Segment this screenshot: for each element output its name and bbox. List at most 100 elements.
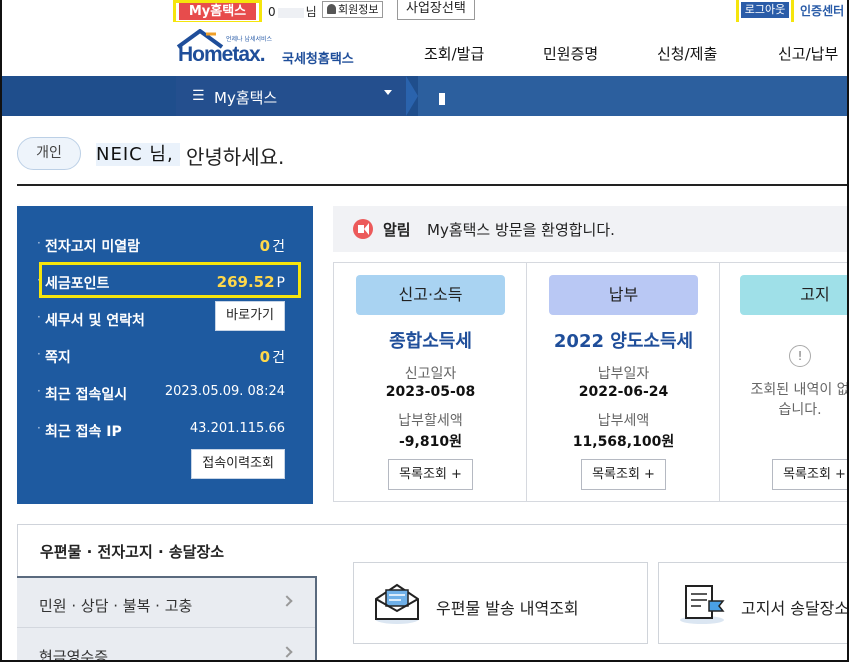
- card-label: 납부세액: [597, 413, 650, 429]
- cert-center-link[interactable]: 인증센터: [800, 2, 844, 19]
- user-prefix: 0: [268, 5, 276, 19]
- card-header[interactable]: 신고·소득: [356, 275, 505, 315]
- gnb-item-report[interactable]: 신고/납부: [778, 43, 838, 64]
- summary-label: 최근 접속일시: [45, 387, 128, 403]
- member-info-label: 회원정보: [338, 3, 379, 16]
- envelope-icon: [375, 583, 419, 624]
- message-count: 0: [259, 348, 271, 366]
- status-cards: 신고·소득 종합소득세 신고일자 2023-05-08 납부할세액 -9,810…: [333, 262, 849, 502]
- bullet-dot: ·: [37, 384, 41, 398]
- nav-menu-select[interactable]: ☰ My홈택스: [176, 76, 406, 116]
- nav-bar: ☰ My홈택스: [0, 76, 849, 116]
- list-item-label: 현금영수증: [39, 648, 109, 662]
- summary-value: 0건: [260, 347, 285, 367]
- exclamation-icon: !: [789, 345, 811, 367]
- breadcrumb-arrow-icon: [406, 76, 418, 116]
- unread-count: 0: [259, 237, 271, 255]
- list-inquiry-button[interactable]: 목록조회 +: [772, 459, 849, 490]
- card-value: 11,568,100원: [572, 434, 675, 450]
- summary-row-unread[interactable]: · 전자고지 미열람 0건: [17, 232, 313, 268]
- logout-label[interactable]: 로그아웃: [741, 2, 789, 18]
- unit: P: [276, 275, 285, 291]
- my-hometax-label[interactable]: My홈택스: [179, 3, 256, 20]
- card-label: 납부일자: [597, 366, 650, 382]
- shortcut-button[interactable]: 바로가기: [215, 301, 285, 331]
- logo-wordmark: Hometax.: [178, 43, 266, 66]
- list-inquiry-button[interactable]: 목록조회 +: [388, 459, 473, 490]
- my-hometax-tab[interactable]: My홈택스: [173, 0, 262, 24]
- hamburger-icon: ☰: [192, 88, 205, 104]
- gnb-item-apply[interactable]: 신청/제출: [657, 43, 717, 64]
- user-name: NEIC 님,: [96, 143, 180, 166]
- login-history-button[interactable]: 접속이력조회: [191, 449, 285, 479]
- summary-row-message[interactable]: · 쪽지 0건: [17, 343, 313, 379]
- card-report-income: 신고·소득 종합소득세 신고일자 2023-05-08 납부할세액 -9,810…: [334, 263, 527, 501]
- summary-label: 세금포인트: [45, 276, 110, 292]
- chevron-right-icon: [281, 646, 293, 658]
- last-login-ip: 43.201.115.66: [189, 421, 285, 436]
- gnb-item-certificate[interactable]: 민원증명: [543, 43, 598, 64]
- bullet-dot: ·: [37, 347, 41, 361]
- notice-label: 알림: [383, 221, 411, 239]
- summary-row-last-login: · 최근 접속일시 2023.05.09. 08:24: [17, 380, 313, 416]
- hometax-logo[interactable]: 언제나 납세서비스 Hometax. 국세청홈택스: [176, 27, 361, 71]
- megaphone-icon: [353, 219, 373, 239]
- member-info-button[interactable]: 회원정보: [322, 1, 384, 18]
- card-title[interactable]: 종합소득세: [334, 327, 527, 353]
- summary-row-history: 접속이력조회: [17, 449, 313, 490]
- summary-row-last-ip: · 최근 접속 IP 43.201.115.66: [17, 417, 313, 453]
- caret-down-icon: [384, 90, 392, 95]
- nav-sub-area: [418, 76, 849, 116]
- service-bill-address[interactable]: 고지서 송달장소: [658, 562, 849, 644]
- empty-message: 조회된 내역이 없습니다.: [750, 382, 849, 418]
- notice-bar: 알림 My홈택스 방문을 환영합니다.: [333, 206, 849, 252]
- summary-panel: · 전자고지 미열람 0건 · 세금포인트 269.52 P · 세무서 및 연락…: [17, 206, 313, 504]
- person-icon: [327, 4, 336, 14]
- bullet-dot: ·: [37, 310, 41, 324]
- last-login-time: 2023.05.09. 08:24: [164, 384, 285, 399]
- summary-label: 최근 접속 IP: [45, 424, 122, 440]
- card-label: 납부할세액: [398, 413, 463, 429]
- greeting-text: 안녕하세요.: [186, 145, 285, 169]
- summary-label: 세무서 및 연락처: [45, 313, 145, 329]
- card-notice: 고지 ! 조회된 내역이 없습니다. 목록조회 +: [720, 263, 849, 501]
- list-item-civil[interactable]: 민원 · 상담 · 불복 · 고충: [17, 578, 315, 628]
- card-payment: 납부 2022 양도소득세 납부일자 2022-06-24 납부세액 11,56…: [527, 263, 720, 501]
- bullet-dot: ·: [37, 421, 41, 435]
- user-mini: 0님: [268, 3, 317, 20]
- card-value: 2022-06-24: [578, 384, 669, 400]
- bullet-dot: ·: [37, 236, 41, 250]
- service-label: 우편물 발송 내역조회: [436, 599, 579, 618]
- utility-bar: My홈택스 0님 회원정보 사업장선택 로그아웃 인증센터: [0, 0, 849, 31]
- nav-menu-label: My홈택스: [214, 89, 278, 107]
- user-type-badge: 개인: [17, 137, 81, 170]
- summary-value: 0건: [260, 236, 285, 256]
- card-title[interactable]: 2022 양도소득세: [527, 327, 720, 353]
- document-icon: [680, 585, 725, 624]
- summary-label: 전자고지 미열람: [45, 239, 141, 255]
- header: 언제나 납세서비스 Hometax. 국세청홈택스 조회/발급 민원증명 신청/…: [0, 22, 849, 76]
- summary-label: 쪽지: [45, 350, 71, 366]
- biz-select-button[interactable]: 사업장선택: [397, 0, 475, 20]
- notice-message: My홈택스 방문을 환영합니다.: [427, 221, 615, 239]
- section-tab-title: 우편물 · 전자고지 · 송달장소: [40, 543, 225, 561]
- tax-point-value: 269.52: [216, 273, 275, 291]
- summary-row-tax-point[interactable]: · 세금포인트 269.52 P: [17, 269, 313, 305]
- user-suffix: 님: [305, 5, 317, 19]
- list-item-cash-receipt[interactable]: 현금영수증: [17, 629, 315, 662]
- card-value: -9,810원: [399, 434, 462, 450]
- card-label: 신고일자: [404, 366, 457, 382]
- card-header[interactable]: 고지: [740, 275, 849, 315]
- divider: [17, 184, 849, 186]
- list-inquiry-button[interactable]: 목록조회 +: [581, 459, 666, 490]
- card-value: 2023-05-08: [385, 384, 476, 400]
- chevron-right-icon: [281, 595, 293, 607]
- service-mail-history[interactable]: 우편물 발송 내역조회: [353, 562, 648, 644]
- gnb-item-inquiry[interactable]: 조회/발급: [424, 43, 484, 64]
- card-header[interactable]: 납부: [549, 275, 698, 315]
- list-item-label: 민원 · 상담 · 불복 · 고충: [39, 597, 193, 615]
- summary-value: 269.52 P: [217, 273, 285, 291]
- summary-row-tax-office: · 세무서 및 연락처 바로가기: [17, 301, 313, 342]
- section-left-list: 민원 · 상담 · 불복 · 고충 현금영수증: [17, 576, 317, 662]
- unit: 건: [272, 239, 285, 255]
